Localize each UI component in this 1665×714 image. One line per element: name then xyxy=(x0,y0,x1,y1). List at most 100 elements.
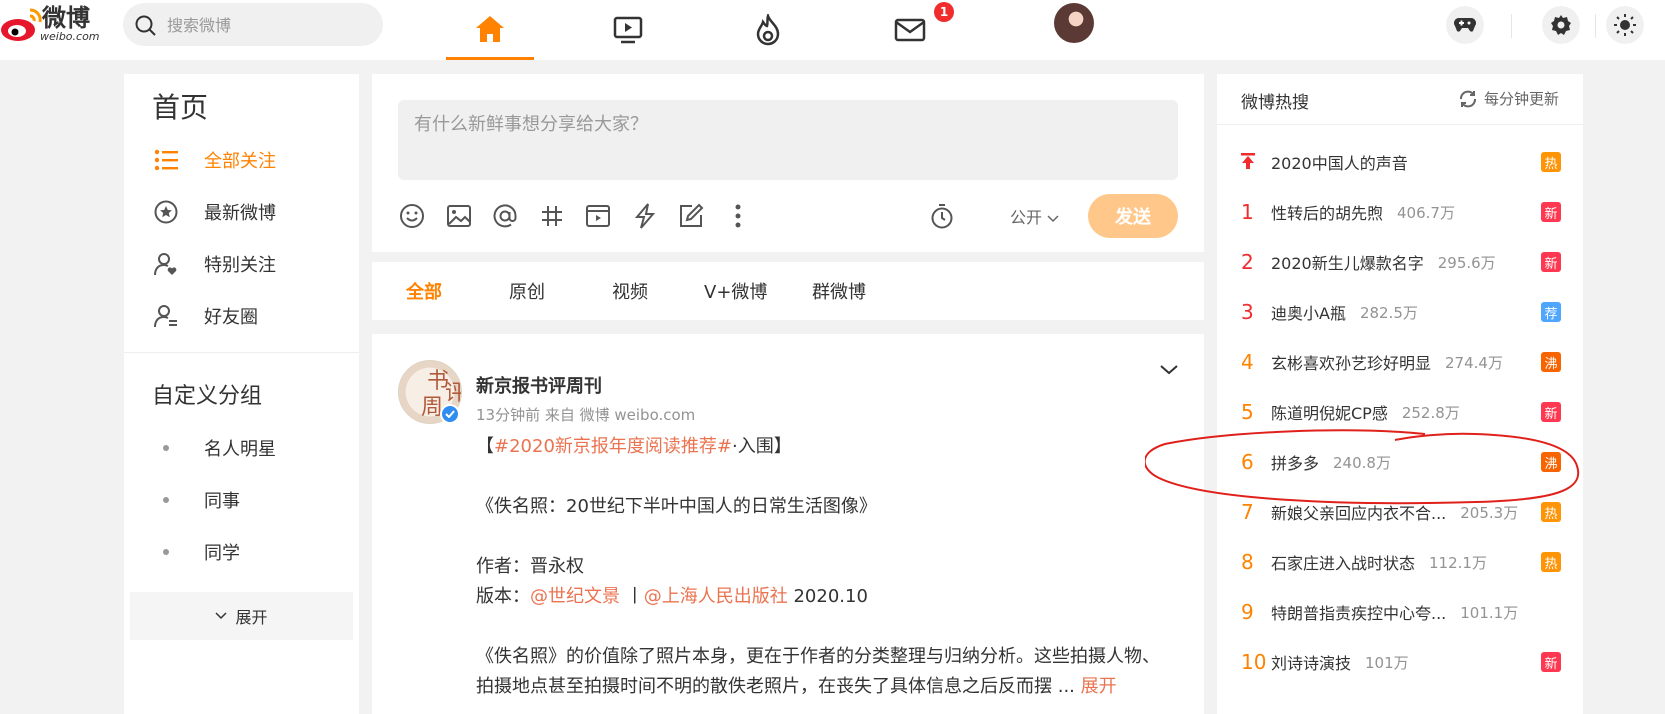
text: ·入围】 xyxy=(731,436,792,457)
custom-groups-title: 自定义分组 xyxy=(152,384,263,409)
group-item[interactable]: 同事 xyxy=(152,482,352,518)
nav-item-latest[interactable]: 最新微博 xyxy=(152,194,352,230)
text: 2020.10 xyxy=(787,586,868,607)
hot-search-count: 252.8万 xyxy=(1401,403,1460,422)
text: 版本： xyxy=(476,586,530,607)
more-button[interactable] xyxy=(722,200,754,232)
hot-search-item[interactable]: 2020中国人的声音 热 xyxy=(1241,142,1561,182)
hot-search-text: 刘诗诗演技 xyxy=(1271,654,1352,673)
sun-icon xyxy=(1614,14,1636,36)
mention-button[interactable] xyxy=(489,200,521,232)
hot-rank: 6 xyxy=(1241,450,1254,474)
hot-search-item[interactable]: 10 刘诗诗演技 101万 新 xyxy=(1241,642,1561,682)
settings-button[interactable] xyxy=(1542,6,1580,44)
game-button[interactable] xyxy=(1446,6,1484,44)
schedule-button[interactable] xyxy=(926,200,958,232)
toolbar-divider xyxy=(1511,14,1512,38)
search-input[interactable] xyxy=(167,13,367,37)
hot-search-count: 101万 xyxy=(1365,653,1409,672)
post-meta: 13分钟前 来自 微博 weibo.com xyxy=(476,406,696,424)
list-icon xyxy=(152,146,180,174)
nav-item-special[interactable]: 特别关注 xyxy=(152,246,352,282)
hot-search-badge: 热 xyxy=(1541,152,1561,172)
post-author[interactable]: 新京报书评周刊 xyxy=(476,372,602,398)
hot-search-text: 新娘父亲回应内衣不合... xyxy=(1271,504,1447,523)
mention-link[interactable]: @世纪文景 xyxy=(530,586,620,607)
nav-item-friends[interactable]: 好友圈 xyxy=(152,298,352,334)
hot-search-item[interactable]: 6 拼多多 240.8万 沸 xyxy=(1241,442,1561,482)
gear-icon xyxy=(1551,15,1571,35)
message-badge: 1 xyxy=(934,2,954,22)
post-line: 《佚名照：20世纪下半叶中国人的日常生活图像》 xyxy=(476,496,877,517)
hot-search-item[interactable]: 7 新娘父亲回应内衣不合... 205.3万 热 xyxy=(1241,492,1561,532)
search-box[interactable] xyxy=(123,3,383,46)
hot-search-item[interactable]: 8 石家庄进入战时状态 112.1万 热 xyxy=(1241,542,1561,582)
nav-hot[interactable] xyxy=(746,0,790,60)
hot-rank: 9 xyxy=(1241,600,1254,624)
theme-button[interactable] xyxy=(1606,6,1644,44)
tab-group[interactable]: 群微博 xyxy=(812,262,866,320)
nav-home[interactable] xyxy=(446,0,534,60)
expand-groups-button[interactable]: 展开 xyxy=(130,592,353,640)
verified-badge-icon xyxy=(440,404,460,424)
refresh-button[interactable]: 每分钟更新 xyxy=(1458,88,1559,109)
hot-search-item[interactable]: 5 陈道明倪妮CP感 252.8万 新 xyxy=(1241,392,1561,432)
hot-search-text: 特朗普指责疾控中心夸... xyxy=(1271,604,1447,623)
post-menu-button[interactable] xyxy=(1160,360,1178,379)
chevron-down-icon xyxy=(1047,215,1059,223)
tab-vplus[interactable]: V+微博 xyxy=(704,262,767,320)
hot-search-text: 性转后的胡先煦 xyxy=(1271,204,1384,223)
hot-search-text: 拼多多 xyxy=(1271,454,1320,473)
tab-original[interactable]: 原创 xyxy=(509,262,545,320)
hot-search-item[interactable]: 3 迪奥小A瓶 282.5万 荐 xyxy=(1241,292,1561,332)
hot-search-item[interactable]: 1 性转后的胡先煦 406.7万 新 xyxy=(1241,192,1561,232)
hot-search-badge: 沸 xyxy=(1541,352,1561,372)
post-input[interactable] xyxy=(414,110,1154,170)
user-group-icon xyxy=(152,302,180,330)
mail-icon xyxy=(894,18,926,42)
nav-item-label: 好友圈 xyxy=(204,307,258,328)
tab-all[interactable]: 全部 xyxy=(406,262,442,320)
nav-video[interactable] xyxy=(606,0,650,60)
hot-search-panel: 微博热搜 每分钟更新 2020中国人的声音热 1 性转后的胡先煦 406.7万新 2 20… xyxy=(1217,74,1583,714)
tab-video[interactable]: 视频 xyxy=(612,262,648,320)
hot-search-item[interactable]: 9 特朗普指责疾控中心夸... 101.1万 xyxy=(1241,592,1561,632)
hot-search-item[interactable]: 4 玄彬喜欢孙艺珍好明显 274.4万 沸 xyxy=(1241,342,1561,382)
expand-post-link[interactable]: 展开 xyxy=(1081,676,1117,697)
hot-search-count: 406.7万 xyxy=(1397,203,1455,222)
hot-rank: 1 xyxy=(1241,200,1254,224)
visibility-select[interactable]: 公开 xyxy=(1010,204,1059,228)
image-button[interactable] xyxy=(443,200,475,232)
video-upload-button[interactable] xyxy=(582,200,614,232)
composer-box[interactable] xyxy=(398,100,1178,180)
hot-search-badge: 沸 xyxy=(1541,452,1561,472)
post-body: 【#2020新京报年度阅读推荐#·入围】 《佚名照：20世纪下半叶中国人的日常生… xyxy=(476,432,1176,702)
hot-search-text: 石家庄进入战时状态 xyxy=(1271,554,1416,573)
send-button[interactable]: 发送 xyxy=(1088,194,1178,238)
group-label: 同事 xyxy=(204,491,240,512)
weibo-logo[interactable]: 微博 weibo.com xyxy=(0,2,110,46)
hashtag-link[interactable]: #2020新京报年度阅读推荐# xyxy=(494,436,732,457)
left-nav: 首页 全部关注 最新微博 特别关注 好友圈 自定义分组 名人明星 同事 同学 展… xyxy=(124,74,359,714)
nav-messages[interactable]: 1 xyxy=(888,0,954,60)
group-item[interactable]: 同学 xyxy=(152,534,352,570)
emoji-button[interactable] xyxy=(396,200,428,232)
article-button[interactable] xyxy=(675,200,707,232)
search-icon xyxy=(135,15,156,36)
edit-icon xyxy=(680,203,704,227)
mention-link[interactable]: @上海人民出版社 xyxy=(644,586,788,607)
hot-search-badge: 新 xyxy=(1541,652,1561,672)
hashtag-button[interactable] xyxy=(536,200,568,232)
hot-search-badge: 新 xyxy=(1541,402,1561,422)
expand-label: 展开 xyxy=(235,608,268,627)
logo-subtext: weibo.com xyxy=(40,30,100,43)
nav-item-all-following[interactable]: 全部关注 xyxy=(152,142,352,178)
group-item[interactable]: 名人明星 xyxy=(152,430,352,466)
video-clip-icon xyxy=(586,205,610,227)
flame-icon xyxy=(756,14,780,46)
lightning-icon xyxy=(634,203,656,229)
live-button[interactable] xyxy=(629,200,661,232)
hot-search-item[interactable]: 2 2020新生儿爆款名字 295.6万 新 xyxy=(1241,242,1561,282)
video-icon xyxy=(613,16,643,44)
user-avatar[interactable] xyxy=(1054,3,1094,43)
